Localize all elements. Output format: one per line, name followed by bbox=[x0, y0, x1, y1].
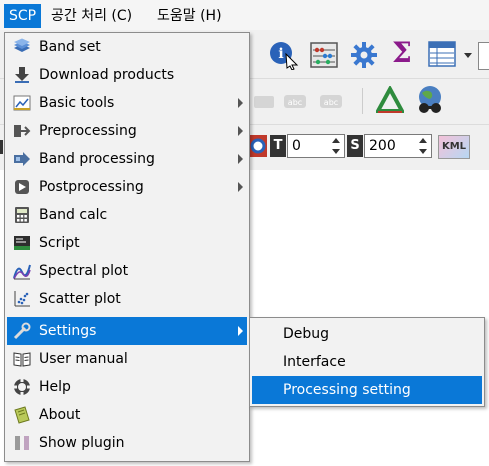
t-spinbox[interactable]: 0 bbox=[287, 134, 345, 158]
menu-item-preprocessing[interactable]: Preprocessing bbox=[7, 117, 247, 145]
menu-bar: SCP 공간 처리 (C) 도움말 (H) bbox=[0, 0, 489, 30]
menu-item-script[interactable]: Script bbox=[7, 229, 247, 257]
band-processing-icon bbox=[14, 152, 30, 166]
s-value[interactable]: 200 bbox=[369, 135, 396, 157]
submenu-arrow-icon bbox=[238, 154, 243, 164]
submenu-arrow-icon bbox=[238, 326, 243, 336]
svg-text:i: i bbox=[278, 46, 283, 62]
basic-tools-icon bbox=[13, 95, 31, 111]
postprocessing-icon bbox=[15, 180, 29, 194]
submenu-item-processing-setting[interactable]: Processing setting bbox=[252, 376, 482, 404]
label-tool-icon bbox=[254, 96, 274, 108]
settings-icon bbox=[13, 322, 31, 340]
menu-item-spectral-plot[interactable]: Spectral plot bbox=[7, 257, 247, 285]
menu-item-band-processing[interactable]: Band processing bbox=[7, 145, 247, 173]
attribute-table-icon[interactable] bbox=[428, 41, 458, 69]
chevron-down-icon[interactable] bbox=[464, 53, 472, 58]
s-label: S bbox=[347, 135, 363, 157]
submenu-arrow-icon bbox=[238, 98, 243, 108]
spin-up-icon[interactable] bbox=[332, 138, 340, 143]
band-set-icon bbox=[14, 38, 30, 52]
submenu-item-interface[interactable]: Interface bbox=[252, 348, 482, 376]
menu-scp[interactable]: SCP bbox=[4, 4, 42, 28]
spectral-plot-icon bbox=[13, 264, 31, 280]
menu-item-scatter-plot[interactable]: Scatter plot bbox=[7, 285, 247, 313]
preprocessing-icon bbox=[14, 125, 31, 137]
submenu-item-debug[interactable]: Debug bbox=[252, 320, 482, 348]
triangle-tool-icon[interactable] bbox=[376, 86, 404, 114]
menu-item-band-calc[interactable]: Band calc bbox=[7, 201, 247, 229]
manual-icon bbox=[13, 352, 31, 367]
svg-text:abc: abc bbox=[288, 98, 302, 107]
calculator-icon bbox=[15, 207, 29, 223]
label-abc-move-icon: abc bbox=[320, 95, 342, 108]
spin-up-icon[interactable] bbox=[419, 138, 427, 143]
spin-down-icon[interactable] bbox=[419, 149, 427, 154]
scp-menu: Band set Download products Basic tools P… bbox=[4, 32, 250, 462]
t-value[interactable]: 0 bbox=[292, 135, 301, 157]
identify-icon[interactable]: i bbox=[268, 40, 300, 70]
kml-button[interactable]: KML bbox=[438, 135, 470, 159]
partial-toolbar-icon bbox=[0, 140, 3, 154]
settings-submenu: Debug Interface Processing setting bbox=[249, 317, 485, 407]
menu-item-settings[interactable]: Settings bbox=[7, 317, 247, 345]
globe-binoculars-icon[interactable] bbox=[414, 84, 446, 116]
menu-item-basic-tools[interactable]: Basic tools bbox=[7, 89, 247, 117]
menu-item-show-plugin[interactable]: Show plugin bbox=[7, 429, 247, 457]
download-icon bbox=[15, 67, 29, 83]
submenu-arrow-icon bbox=[238, 126, 243, 136]
menu-item-band-set[interactable]: Band set bbox=[7, 33, 247, 61]
menu-item-download-products[interactable]: Download products bbox=[7, 61, 247, 89]
t-label: T bbox=[270, 135, 286, 157]
submenu-arrow-icon bbox=[238, 182, 243, 192]
label-abc-icon: abc bbox=[284, 95, 306, 108]
help-icon bbox=[14, 379, 30, 395]
s-spinbox[interactable]: 200 bbox=[364, 134, 432, 158]
sigma-icon[interactable]: Σ bbox=[392, 36, 412, 69]
menu-item-help[interactable]: Help bbox=[7, 373, 247, 401]
script-icon bbox=[14, 236, 30, 250]
gear-icon[interactable] bbox=[350, 41, 378, 69]
color-dial-icon[interactable] bbox=[248, 134, 268, 158]
menu-spatial-processing[interactable]: 공간 처리 (C) bbox=[46, 4, 137, 28]
toolbar-separator bbox=[362, 88, 363, 114]
about-icon bbox=[14, 406, 30, 424]
show-plugin-icon bbox=[15, 436, 29, 450]
menu-item-user-manual[interactable]: User manual bbox=[7, 345, 247, 373]
menu-item-about[interactable]: About bbox=[7, 401, 247, 429]
abacus-icon[interactable] bbox=[310, 42, 338, 68]
spin-down-icon[interactable] bbox=[332, 149, 340, 154]
scatter-plot-icon bbox=[14, 291, 30, 307]
toolbar-overflow[interactable] bbox=[478, 42, 489, 70]
menu-item-postprocessing[interactable]: Postprocessing bbox=[7, 173, 247, 201]
svg-text:abc: abc bbox=[324, 98, 338, 107]
menu-help[interactable]: 도움말 (H) bbox=[152, 4, 227, 28]
